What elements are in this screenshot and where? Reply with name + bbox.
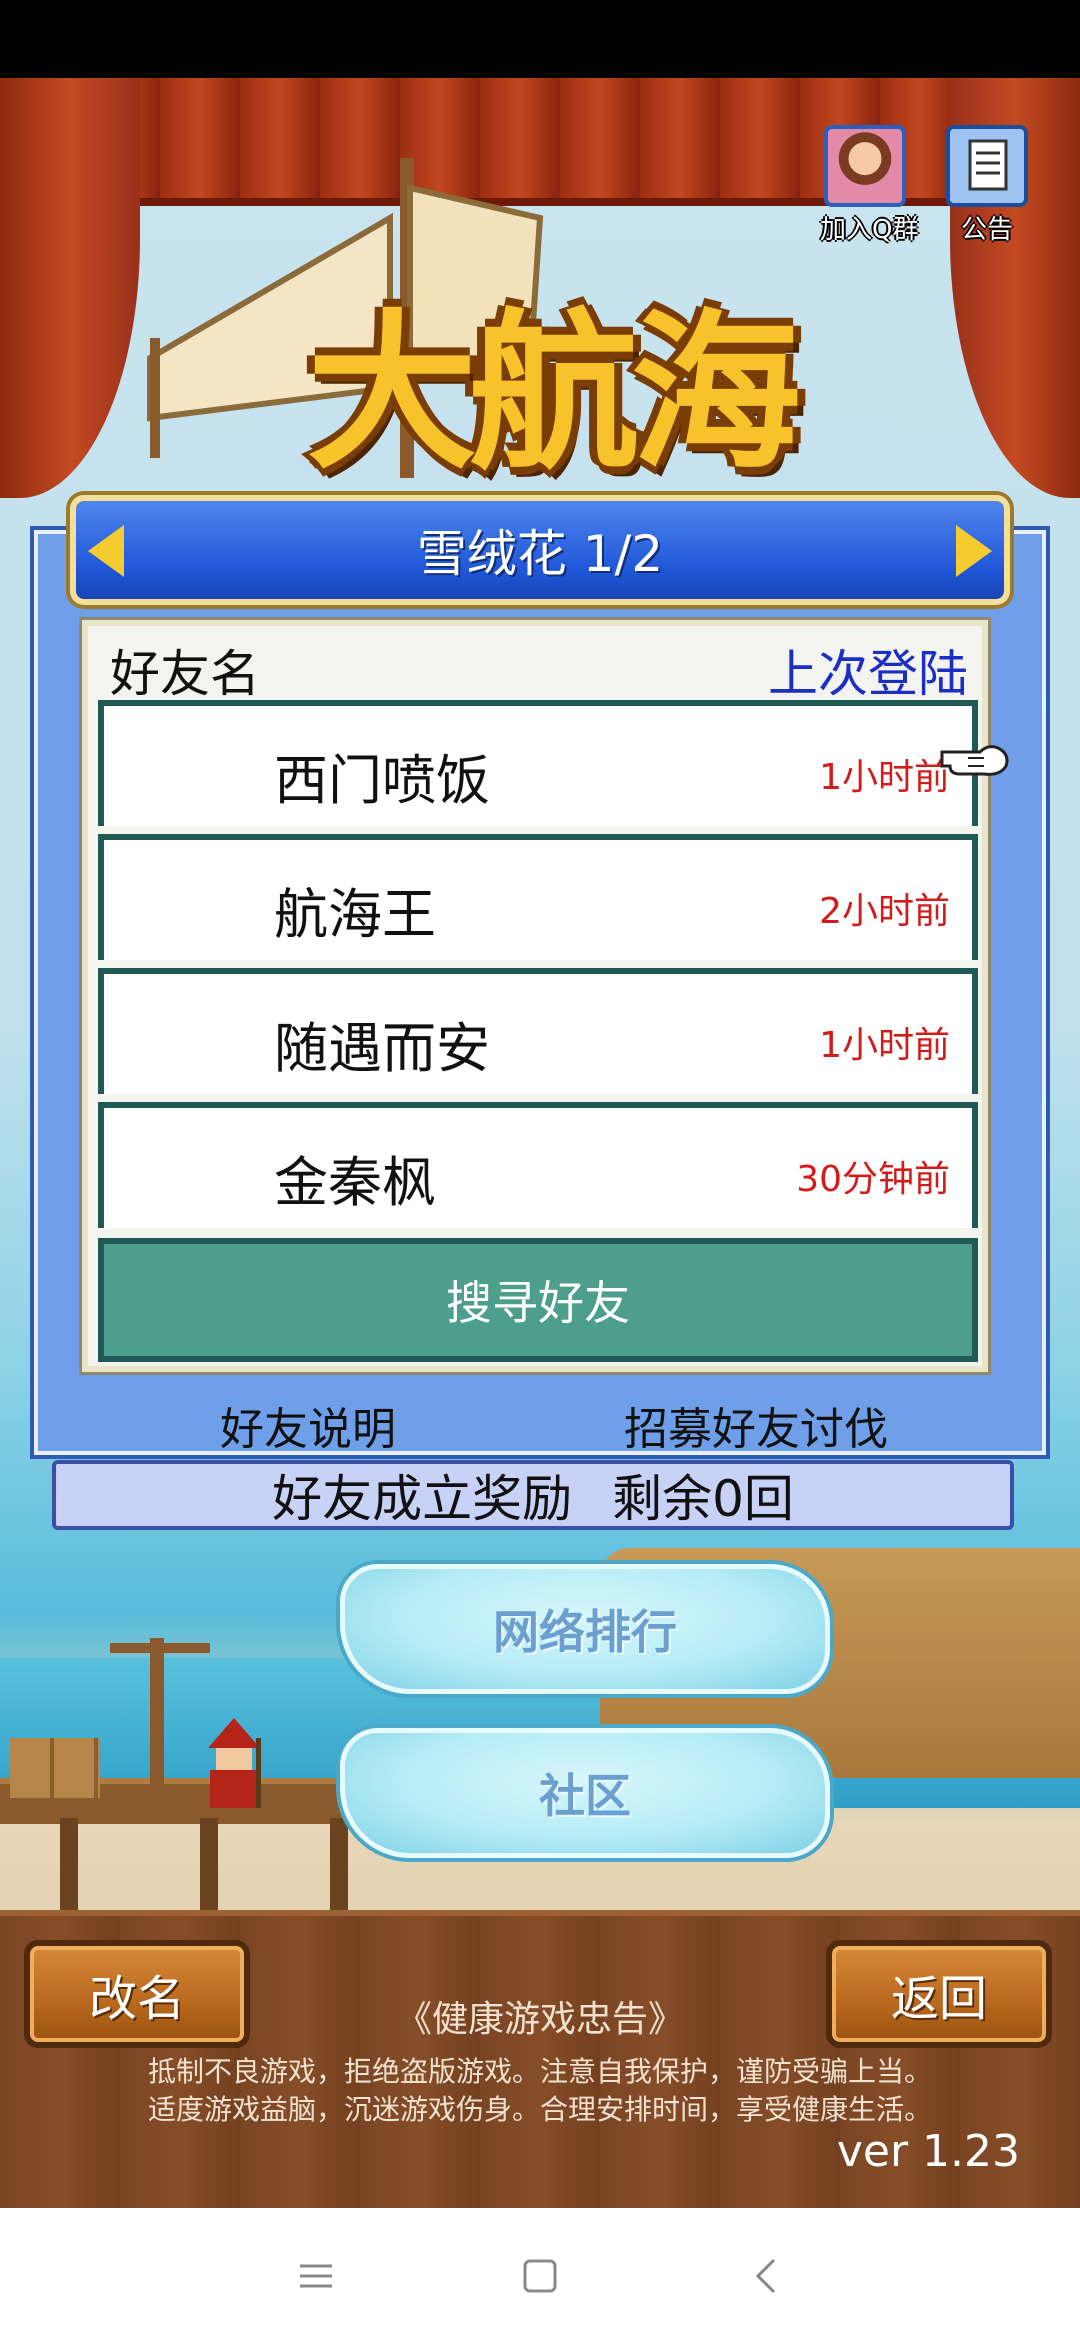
- recruit-friends-link[interactable]: 招募好友讨伐: [624, 1393, 888, 1457]
- qq-avatar-icon: [824, 125, 906, 207]
- friend-row[interactable]: 航海王 2小时前: [98, 834, 978, 960]
- friend-list: 好友名 上次登陆 西门喷饭 1小时前 航海王 2小时前 随遇而安 1小时前 金秦…: [82, 620, 988, 1372]
- community-button[interactable]: 社区: [340, 1728, 830, 1858]
- reward-label: 好友成立奖励: [272, 1470, 573, 1528]
- panel-links: 好友说明 招募好友讨伐: [34, 1385, 1046, 1455]
- status-bar: [0, 0, 1080, 78]
- arrow-right-icon[interactable]: [956, 525, 992, 577]
- friend-last-login: 1小时前: [819, 1025, 950, 1066]
- game-logo: 大航海: [230, 255, 870, 495]
- friend-name: 航海王: [274, 883, 436, 946]
- join-qq-group-label: 加入Q群: [820, 215, 919, 245]
- friend-name: 西门喷饭: [274, 749, 490, 812]
- friend-last-login: 30分钟前: [796, 1159, 950, 1200]
- friend-help-link[interactable]: 好友说明: [220, 1393, 396, 1457]
- search-friend-button[interactable]: 搜寻好友: [98, 1238, 978, 1362]
- home-icon[interactable]: [518, 2254, 562, 2298]
- crates: [10, 1738, 100, 1798]
- notice-label: 公告: [960, 215, 1013, 245]
- hand-cursor-icon: [940, 745, 1009, 776]
- friend-last-login: 1小时前: [819, 757, 950, 798]
- crane: [150, 1638, 164, 1788]
- friend-name: 随遇而安: [274, 1017, 490, 1080]
- crane-arm: [110, 1643, 210, 1653]
- join-qq-group-button[interactable]: 加入Q群: [820, 125, 919, 246]
- back-icon[interactable]: [746, 2254, 790, 2298]
- health-advice-line: 适度游戏益脑，沉迷游戏伤身。合理安排时间，享受健康生活。: [147, 2093, 932, 2126]
- friend-reward-bar: 好友成立奖励 剩余0回: [52, 1460, 1014, 1530]
- friend-list-header: 好友名 上次登陆: [88, 626, 982, 703]
- notice-button[interactable]: 公告: [942, 125, 1032, 246]
- column-last-login: 上次登陆: [768, 645, 968, 703]
- friend-row[interactable]: 随遇而安 1小时前: [98, 968, 978, 1094]
- logo-title: 大航海: [306, 295, 801, 493]
- version-label: ver 1.23: [836, 2126, 1020, 2177]
- menu-icon[interactable]: [294, 2254, 338, 2298]
- friend-row[interactable]: 金秦枫 30分钟前: [98, 1102, 978, 1228]
- panel-header: 雪绒花 1/2: [70, 495, 1010, 605]
- notice-icon: [946, 125, 1028, 207]
- reward-remaining: 剩余0回: [612, 1470, 794, 1528]
- health-advice-line: 抵制不良游戏，拒绝盗版游戏。注意自我保护，谨防受骗上当。: [147, 2055, 932, 2088]
- column-friend-name: 好友名: [110, 645, 260, 703]
- friend-name: 金秦枫: [274, 1151, 436, 1214]
- panel-title: 雪绒花 1/2: [416, 525, 664, 583]
- friend-row[interactable]: 西门喷饭 1小时前: [98, 700, 978, 826]
- ranking-button[interactable]: 网络排行: [340, 1564, 830, 1694]
- health-advice-title: 《健康游戏忠告》: [395, 1999, 684, 2040]
- captain-character: [208, 1718, 261, 1808]
- system-nav-bar: [0, 2208, 1080, 2340]
- friend-last-login: 2小时前: [819, 891, 950, 932]
